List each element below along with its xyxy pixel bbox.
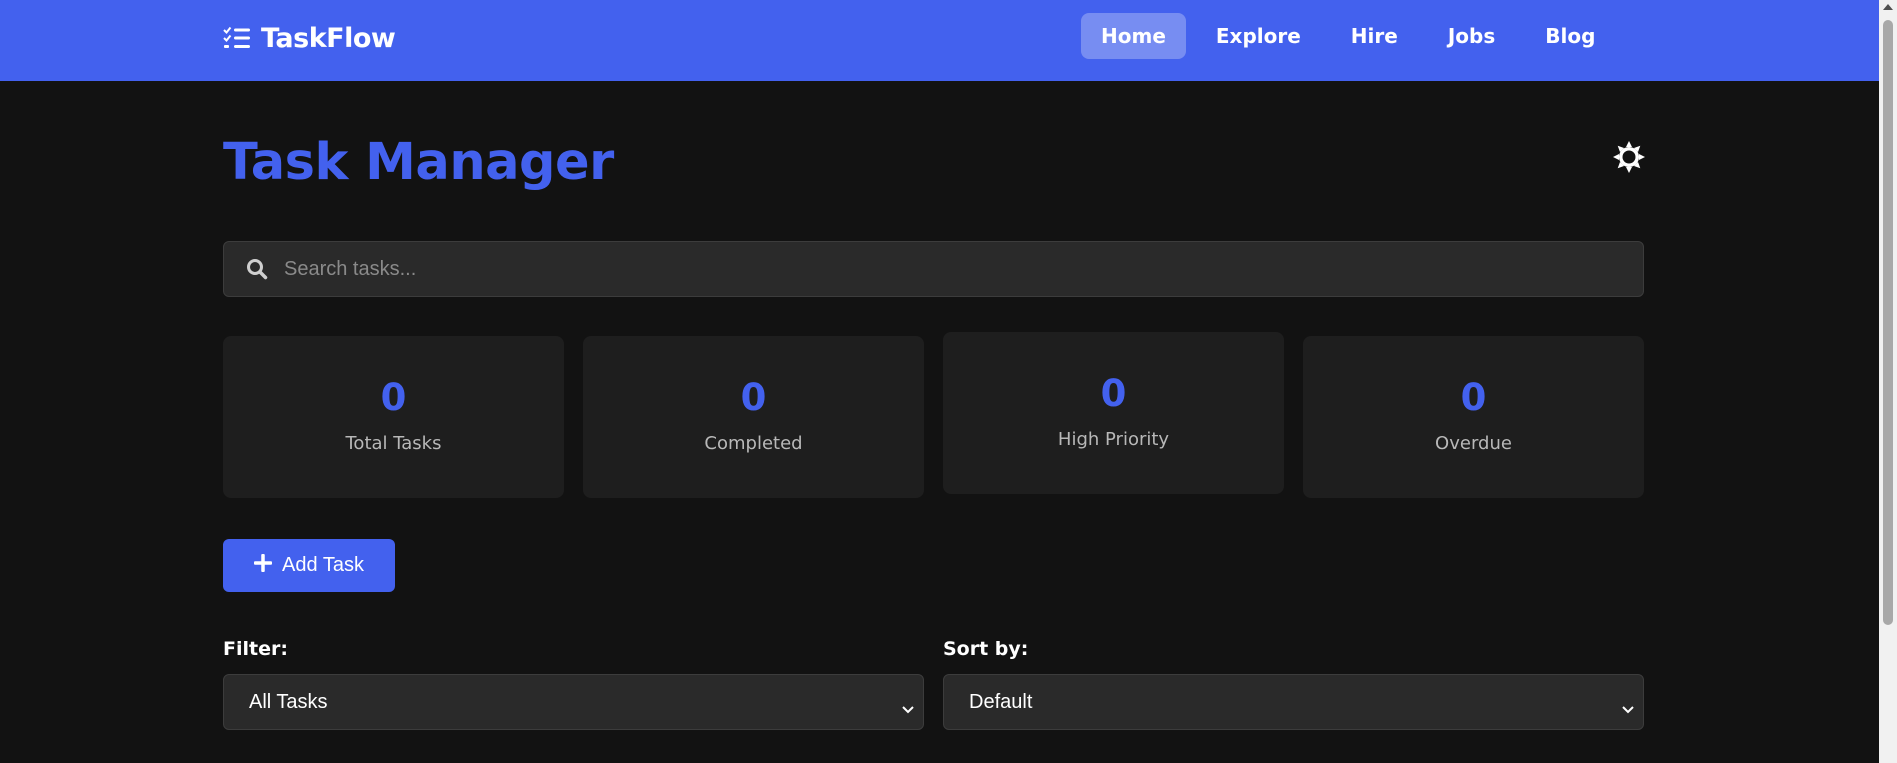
chevron-down-icon <box>901 698 915 721</box>
filter-selected-value: All Tasks <box>249 690 328 713</box>
sort-select[interactable]: Default <box>943 674 1644 730</box>
stat-label: Completed <box>704 433 803 454</box>
stat-value: 0 <box>740 376 767 419</box>
nav-links: Home Explore Hire Jobs Blog <box>1081 13 1625 59</box>
nav-item-explore[interactable]: Explore <box>1196 13 1321 59</box>
theme-toggle-button[interactable] <box>1612 141 1646 177</box>
stat-value: 0 <box>1460 376 1487 419</box>
search-input[interactable] <box>284 242 1624 296</box>
filter-label: Filter: <box>223 638 288 660</box>
stat-label: Total Tasks <box>345 433 442 454</box>
sun-icon <box>1613 141 1645 177</box>
checklist-icon <box>223 26 251 50</box>
top-navbar: TaskFlow Home Explore Hire Jobs Blog <box>0 0 1879 81</box>
stat-value: 0 <box>1100 372 1127 415</box>
nav-item-home[interactable]: Home <box>1081 13 1186 59</box>
search-icon <box>246 258 268 284</box>
plus-icon <box>254 553 273 578</box>
add-task-button[interactable]: Add Task <box>223 539 395 592</box>
stat-card-high-priority: 0 High Priority <box>943 332 1284 494</box>
stat-label: High Priority <box>1057 429 1170 450</box>
scroll-up-arrow-icon[interactable] <box>1883 4 1893 10</box>
sort-label: Sort by: <box>943 638 1029 660</box>
page-title: Task Manager <box>223 133 614 192</box>
filter-select[interactable]: All Tasks <box>223 674 924 730</box>
brand-name: TaskFlow <box>261 22 396 54</box>
nav-item-blog[interactable]: Blog <box>1525 13 1615 59</box>
scrollbar-thumb[interactable] <box>1883 20 1893 625</box>
stat-value: 0 <box>380 376 407 419</box>
brand-logo[interactable]: TaskFlow <box>223 22 396 54</box>
nav-item-jobs[interactable]: Jobs <box>1428 13 1515 59</box>
stat-label: Overdue <box>1435 433 1512 454</box>
page-scrollbar[interactable] <box>1879 0 1897 763</box>
search-box <box>223 241 1644 297</box>
nav-item-hire[interactable]: Hire <box>1331 13 1418 59</box>
sort-selected-value: Default <box>969 690 1033 713</box>
stat-card-total-tasks: 0 Total Tasks <box>223 336 564 498</box>
add-task-label: Add Task <box>282 554 364 576</box>
chevron-down-icon <box>1621 698 1635 721</box>
stat-card-completed: 0 Completed <box>583 336 924 498</box>
stat-card-overdue: 0 Overdue <box>1303 336 1644 498</box>
